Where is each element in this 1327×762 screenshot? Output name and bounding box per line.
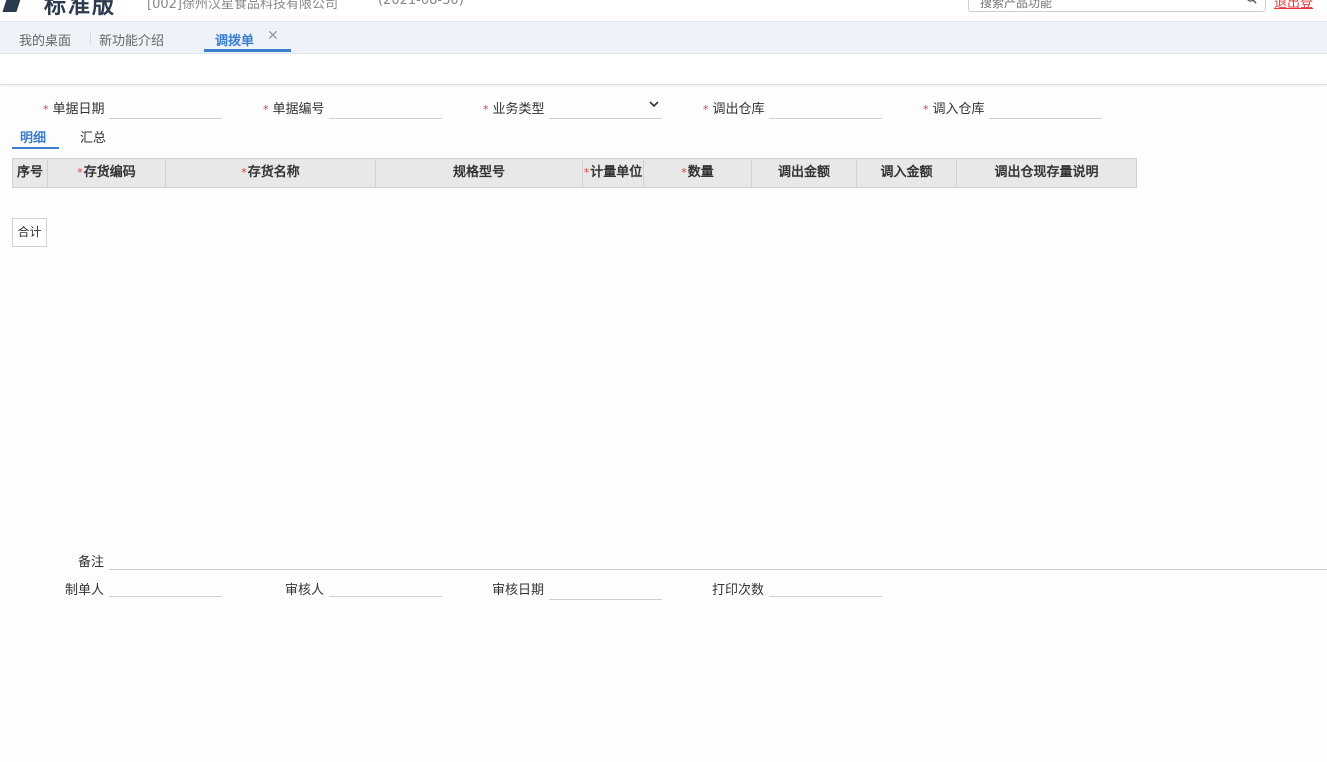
detail-grid-header: 序号 *存货编码 *存货名称 规格型号 *计量单位 *数量 调出金额 调入金额 …	[12, 158, 1137, 188]
tab-bar: 我的桌面 新功能介绍 调拨单 ✕	[0, 22, 1327, 54]
remark-input[interactable]	[109, 569, 1327, 570]
column-header-label: 存货编码	[83, 165, 136, 180]
doc-date-label: 单据日期	[52, 102, 105, 117]
column-header-label: 计量单位	[590, 165, 643, 180]
required-mark: *	[263, 103, 269, 116]
chevron-down-icon[interactable]	[649, 99, 659, 109]
tab-divider	[90, 31, 91, 45]
input-underline	[989, 118, 1102, 119]
toolbar	[0, 54, 1327, 85]
tab-summary[interactable]: 汇总	[80, 127, 106, 146]
remark-label: 备注	[78, 555, 105, 570]
column-header[interactable]: *数量	[644, 159, 752, 187]
required-mark: *	[43, 103, 49, 116]
input-underline	[329, 118, 442, 119]
search-icon[interactable]	[1246, 0, 1257, 4]
doc-no-label: 单据编号	[272, 102, 325, 117]
column-header[interactable]: 调出金额	[752, 159, 857, 187]
required-mark: *	[241, 166, 247, 179]
input-underline	[109, 118, 222, 119]
active-tab-indicator	[204, 49, 291, 52]
column-header-label: 存货名称	[247, 165, 300, 180]
audit-date-input[interactable]	[549, 599, 662, 600]
doc-date-input[interactable]	[109, 96, 226, 119]
logout-link[interactable]: 退出登	[1274, 0, 1313, 11]
audit-date-label: 审核日期	[492, 583, 545, 598]
tab-transfer-order[interactable]: 调拨单	[215, 30, 254, 49]
in-warehouse-input[interactable]	[989, 96, 1106, 119]
column-header[interactable]: 调入金额	[857, 159, 957, 187]
column-header[interactable]: *存货名称	[166, 159, 376, 187]
biz-type-label: 业务类型	[492, 102, 545, 117]
input-underline	[549, 118, 662, 119]
doc-no-input[interactable]	[329, 96, 446, 119]
tab-new-features[interactable]: 新功能介绍	[99, 30, 164, 49]
maker-input[interactable]	[109, 596, 222, 597]
company-name: [002]徐州汉星食品科技有限公司	[147, 0, 338, 12]
print-count-label: 打印次数	[712, 583, 765, 598]
column-header[interactable]: 规格型号	[376, 159, 583, 187]
auditor-label: 审核人	[285, 583, 325, 598]
required-mark: *	[681, 166, 687, 179]
search-box[interactable]	[968, 0, 1266, 12]
column-header-label: 数量	[687, 165, 714, 180]
out-warehouse-label: 调出仓库	[712, 102, 765, 117]
print-count-input[interactable]	[769, 596, 882, 597]
column-header[interactable]: *存货编码	[48, 159, 166, 187]
required-mark: *	[583, 166, 590, 179]
required-mark: *	[483, 103, 489, 116]
top-header: 标准版 [002]徐州汉星食品科技有限公司 (2021-08-30) 退出登	[0, 0, 1327, 22]
close-icon[interactable]: ✕	[267, 28, 279, 44]
search-input[interactable]	[978, 0, 1242, 11]
column-header[interactable]: *计量单位	[583, 159, 644, 187]
logo-icon	[2, 0, 24, 12]
in-warehouse-label: 调入仓库	[932, 102, 985, 117]
required-mark: *	[77, 166, 83, 179]
tab-my-desktop[interactable]: 我的桌面	[19, 30, 71, 49]
active-subtab-indicator	[12, 147, 59, 149]
column-header[interactable]: 调出仓现存量说明	[957, 159, 1136, 187]
total-button[interactable]: 合计	[12, 218, 47, 247]
auditor-input[interactable]	[329, 596, 442, 597]
maker-label: 制单人	[65, 583, 105, 598]
column-header[interactable]: 序号	[13, 159, 48, 187]
out-warehouse-input[interactable]	[769, 96, 886, 119]
product-name: 标准版	[44, 0, 117, 19]
required-mark: *	[703, 103, 709, 116]
tab-detail[interactable]: 明细	[20, 127, 46, 146]
input-underline	[769, 118, 882, 119]
account-date: (2021-08-30)	[378, 0, 464, 8]
required-mark: *	[923, 103, 929, 116]
